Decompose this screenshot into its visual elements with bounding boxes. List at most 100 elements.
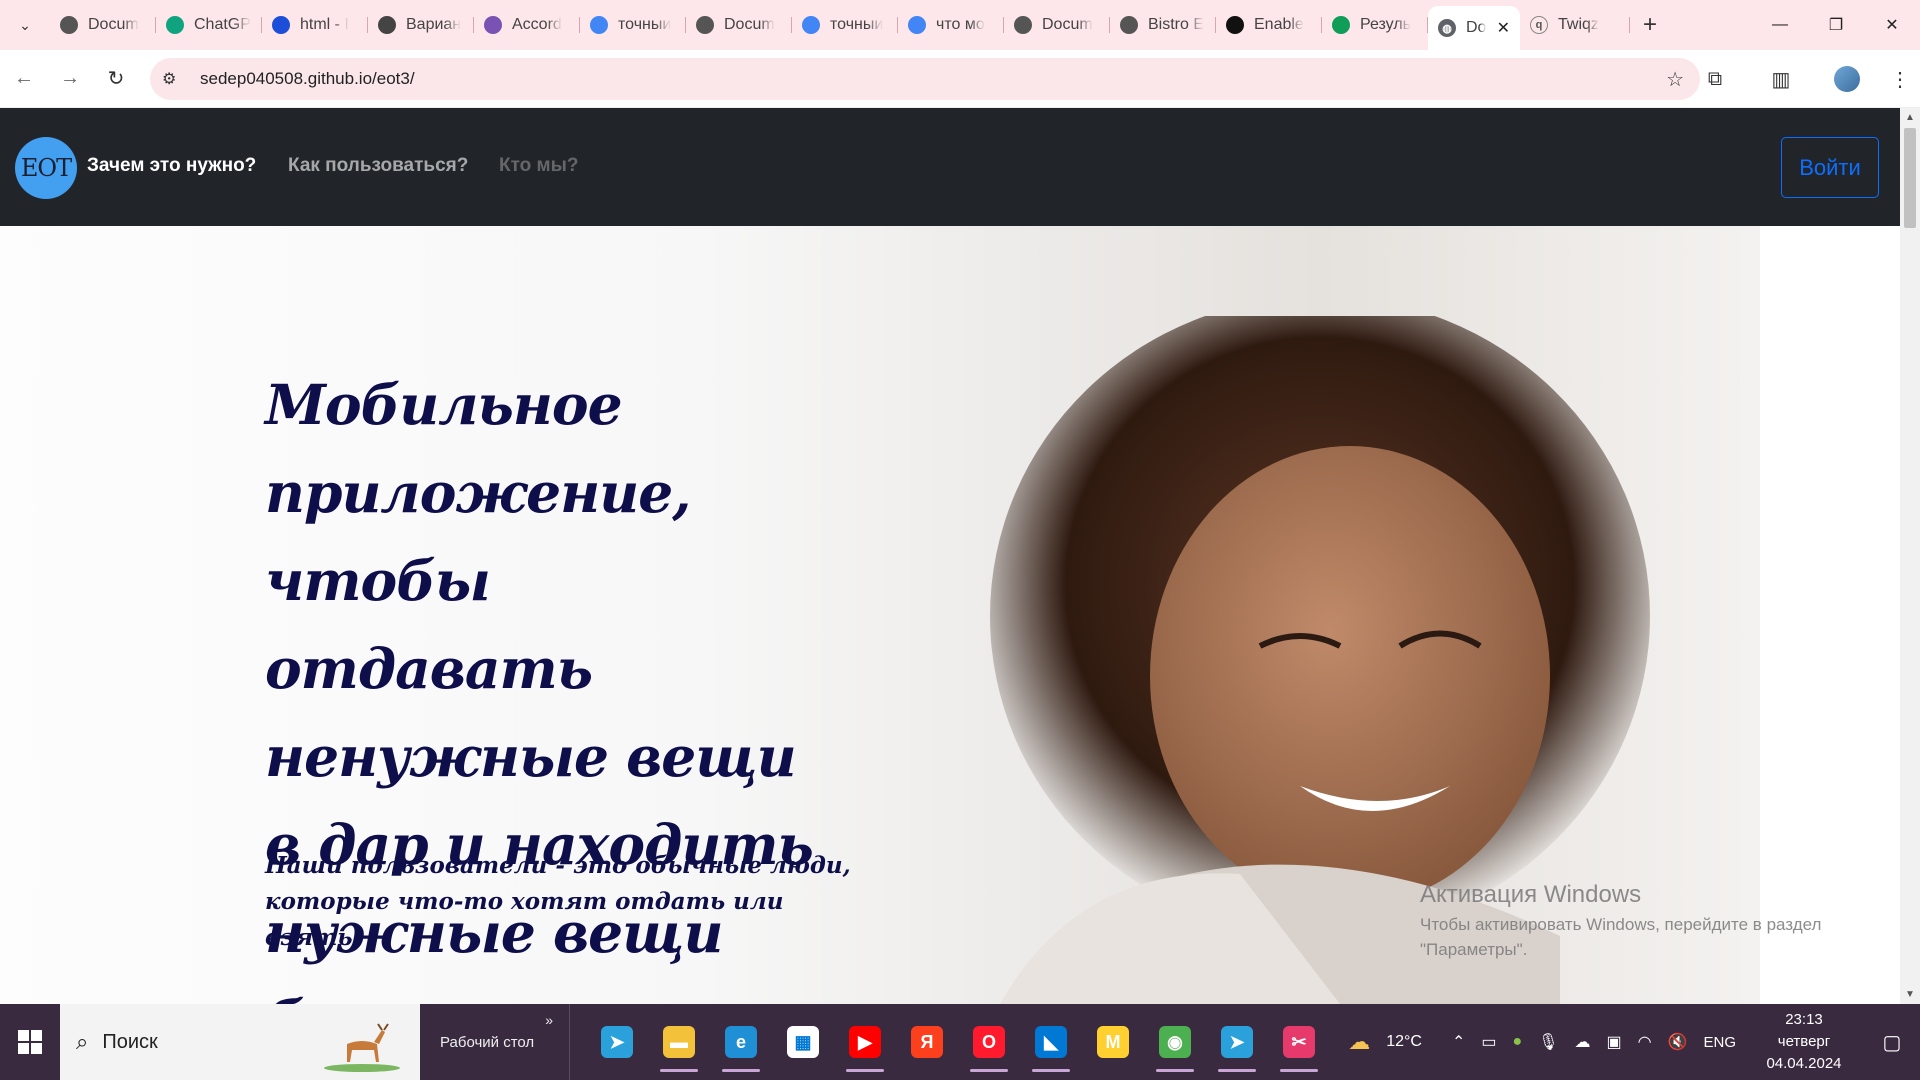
tab-10[interactable]: Bistro E xyxy=(1110,5,1216,45)
notification-icon[interactable]: ▢ xyxy=(1864,1030,1920,1055)
search-highlight-deer-icon xyxy=(324,1023,400,1072)
sidebar-icon[interactable]: ▥ xyxy=(1748,67,1814,92)
chevron-right-icon[interactable]: » xyxy=(545,1012,553,1028)
tab-label: Bistro E xyxy=(1148,16,1205,33)
taskbar-app-9[interactable]: ◉ xyxy=(1144,1004,1206,1080)
windows-logo-icon xyxy=(18,1030,42,1054)
tab-label: Enable xyxy=(1254,16,1304,33)
tab-5[interactable]: точныи xyxy=(580,5,686,45)
tab-7[interactable]: точныи xyxy=(792,5,898,45)
globe-icon xyxy=(60,16,78,34)
taskbar-app-0[interactable]: ➤ xyxy=(586,1004,648,1080)
site-info-icon[interactable]: ⚙ xyxy=(162,69,184,89)
tab-3[interactable]: Вариан xyxy=(368,5,474,45)
taskbar-app-11[interactable]: ✂ xyxy=(1268,1004,1330,1080)
new-tab-button[interactable]: + xyxy=(1630,5,1670,45)
web-page: EOT Зачем это нужно? Как пользоваться? К… xyxy=(0,108,1900,1004)
close-window-icon[interactable]: ✕ xyxy=(1864,0,1920,50)
taskbar-app-6[interactable]: O xyxy=(958,1004,1020,1080)
login-button[interactable]: Войти xyxy=(1781,137,1879,198)
taskbar-app-10[interactable]: ➤ xyxy=(1206,1004,1268,1080)
tab-active[interactable]: ◍ Do ✕ xyxy=(1428,6,1520,50)
tab-label: точныи xyxy=(830,16,884,33)
scroll-up-icon[interactable]: ▲ xyxy=(1905,112,1915,123)
doc-icon xyxy=(378,16,396,34)
tab-list: Docum ChatGP html - I Вариан Accord точныи Doc… xyxy=(50,5,1428,45)
onedrive-icon[interactable]: ☁ xyxy=(1566,1032,1598,1052)
google-icon xyxy=(802,16,820,34)
restore-icon[interactable]: ❐ xyxy=(1808,0,1864,50)
tab-0[interactable]: Docum xyxy=(50,5,156,45)
tab-9[interactable]: Docum xyxy=(1004,5,1110,45)
windows-taskbar: ⌕ Поиск Рабочий стол » ➤ ▬ e ▦ ▶ Я O ◣ M ◉ ➤ ✂ ☁ 12… xyxy=(0,1004,1920,1080)
tab-11[interactable]: Enable xyxy=(1216,5,1322,45)
tab-search-chevron-icon[interactable]: ⌄ xyxy=(0,0,50,50)
chevron-up-icon[interactable]: ⌃ xyxy=(1444,1032,1473,1052)
tab-8[interactable]: что мо xyxy=(898,5,1004,45)
search-placeholder: Поиск xyxy=(102,1030,158,1053)
globe-icon: ◍ xyxy=(1438,19,1456,37)
forward-button[interactable]: → xyxy=(48,57,92,101)
tab-1[interactable]: ChatGP xyxy=(156,5,262,45)
battery-icon[interactable]: ▭ xyxy=(1473,1032,1504,1052)
app-tray-icon[interactable]: ● xyxy=(1504,1033,1530,1051)
microphone-icon[interactable]: 🎙 xyxy=(1530,1032,1566,1052)
wifi-icon[interactable]: ◠ xyxy=(1630,1032,1660,1052)
page-scrollbar[interactable]: ▲ ▼ xyxy=(1900,108,1920,1004)
edge-icon: e xyxy=(725,1026,757,1058)
nav-link-how[interactable]: Как пользоваться? xyxy=(288,155,468,177)
taskbar-search[interactable]: ⌕ Поиск xyxy=(60,1004,420,1080)
site-logo[interactable]: EOT xyxy=(15,137,77,199)
opera-icon: O xyxy=(973,1026,1005,1058)
display-icon[interactable]: ▣ xyxy=(1598,1032,1629,1052)
globe-icon xyxy=(1014,16,1032,34)
bootstrap-icon xyxy=(484,16,502,34)
address-bar[interactable]: ⚙ sedep040508.github.io/eot3/ ☆ xyxy=(150,58,1700,100)
start-button[interactable] xyxy=(0,1004,60,1080)
google-icon xyxy=(590,16,608,34)
language-indicator[interactable]: ENG xyxy=(1695,1034,1744,1051)
nav-link-about[interactable]: Кто мы? xyxy=(499,155,578,177)
stackoverflow-icon xyxy=(272,16,290,34)
search-icon: ⌕ xyxy=(76,1029,89,1054)
watermark-line1: Чтобы активировать Windows, перейдите в … xyxy=(1420,915,1822,934)
reload-button[interactable]: ↻ xyxy=(94,57,138,101)
window-controls: — ❐ ✕ xyxy=(1752,0,1920,50)
tab-6[interactable]: Docum xyxy=(686,5,792,45)
tab-twiqz[interactable]: q Twiqz xyxy=(1520,5,1630,45)
tab-label: ChatGP xyxy=(194,16,251,33)
weather-temp[interactable]: 12°C xyxy=(1378,1033,1430,1051)
back-button[interactable]: ← xyxy=(2,57,46,101)
tab-2[interactable]: html - I xyxy=(262,5,368,45)
vscode-icon: ◣ xyxy=(1035,1026,1067,1058)
menu-kebab-icon[interactable]: ⋮ xyxy=(1880,67,1920,92)
extensions-icon[interactable]: ⧉ xyxy=(1682,68,1748,91)
taskbar-app-1[interactable]: ▬ xyxy=(648,1004,710,1080)
tab-12[interactable]: Резуль xyxy=(1322,5,1428,45)
clock[interactable]: 23:13 четверг 04.04.2024 xyxy=(1744,1009,1864,1075)
youtube-icon: ▶ xyxy=(849,1026,881,1058)
scroll-thumb[interactable] xyxy=(1904,128,1916,228)
desktop-toolbar[interactable]: Рабочий стол » xyxy=(420,1004,570,1080)
sheets-icon xyxy=(1332,16,1350,34)
taskbar-app-3[interactable]: ▦ xyxy=(772,1004,834,1080)
nav-link-why[interactable]: Зачем это нужно? xyxy=(87,155,256,177)
clock-date: 04.04.2024 xyxy=(1766,1055,1842,1072)
volume-muted-icon[interactable]: 🔇 xyxy=(1660,1032,1696,1052)
minimize-icon[interactable]: — xyxy=(1752,0,1808,50)
tab-4[interactable]: Accord xyxy=(474,5,580,45)
tab-strip: ⌄ Docum ChatGP html - I Вариан Accord точныи D… xyxy=(0,0,1920,50)
scroll-down-icon[interactable]: ▼ xyxy=(1905,989,1915,1000)
profile-avatar[interactable] xyxy=(1814,66,1880,92)
taskbar-app-4[interactable]: ▶ xyxy=(834,1004,896,1080)
weather-icon[interactable]: ☁ xyxy=(1340,1029,1378,1055)
tab-label: Accord xyxy=(512,16,562,33)
taskbar-app-5[interactable]: Я xyxy=(896,1004,958,1080)
chatgpt-icon xyxy=(166,16,184,34)
taskbar-app-8[interactable]: M xyxy=(1082,1004,1144,1080)
close-icon[interactable]: ✕ xyxy=(1497,18,1510,38)
system-tray: ☁ 12°C ⌃ ▭ ● 🎙 ☁ ▣ ◠ 🔇 ENG 23:13 четверг… xyxy=(1340,1004,1920,1080)
taskbar-app-2[interactable]: e xyxy=(710,1004,772,1080)
url-text[interactable]: sedep040508.github.io/eot3/ xyxy=(200,69,415,89)
taskbar-app-7[interactable]: ◣ xyxy=(1020,1004,1082,1080)
